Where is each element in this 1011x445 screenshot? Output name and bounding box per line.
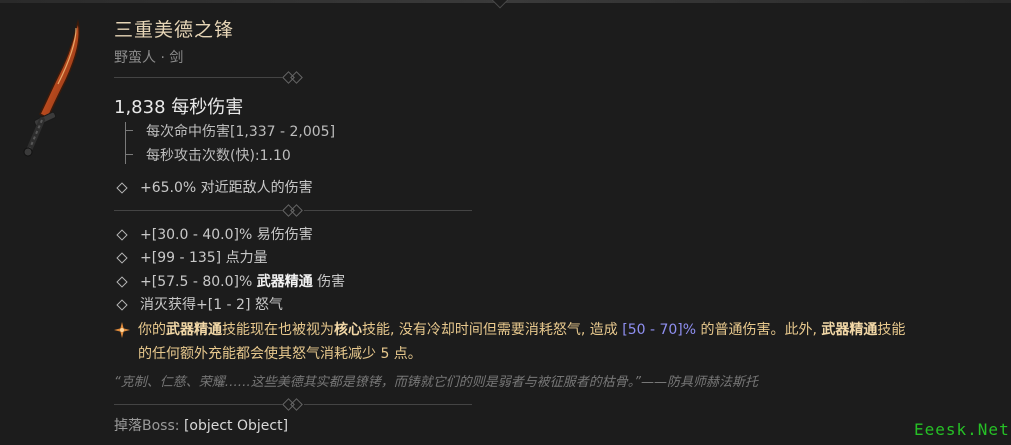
diamond-bullet-icon [116, 251, 128, 264]
implicit-affix: +65.0% 对近距敌人的伤害 [114, 177, 313, 197]
affix-text: 伤害 [312, 274, 346, 290]
affix: +[99 - 135] 点力量 [114, 247, 268, 267]
top-border-ornament [491, 0, 509, 9]
item-type: 野蛮人 · 剑 [114, 50, 184, 66]
drop-boss-label: 掉落Boss: [114, 418, 180, 434]
legendary-aspect-icon [114, 322, 130, 338]
stat-tree-tick [125, 154, 133, 155]
affix: 消灭获得+[1 - 2] 怒气 [114, 294, 283, 314]
affix-text: +[99 - 135] 点力量 [140, 250, 268, 266]
stat-tree-line [125, 122, 126, 164]
stat-tree-tick [125, 130, 133, 131]
implicit-affix-text: +65.0% 对近距敌人的伤害 [140, 180, 313, 196]
sword-icon [23, 19, 80, 157]
divider [114, 71, 304, 84]
attack-speed: 每秒攻击次数(快):1.10 [146, 148, 291, 164]
diamond-bullet-icon [116, 298, 128, 311]
legendary-aspect: 你的武器精通技能现在也被视为核心技能, 没有冷却时间但需要消耗怒气, 造成 [5… [114, 318, 914, 366]
item-name: 三重美德之锋 [114, 19, 235, 41]
affix-text: 消灭获得+[1 - 2] 怒气 [140, 297, 283, 313]
damage-per-hit: 每次命中伤害[1,337 - 2,005] [146, 124, 336, 140]
watermark: Eeesk.Net [914, 420, 1010, 439]
divider [114, 398, 474, 411]
affix-text: +[30.0 - 40.0]% 易伤伤害 [140, 227, 313, 243]
legendary-aspect-text: 你的武器精通技能现在也被视为核心技能, 没有冷却时间但需要消耗怒气, 造成 [5… [138, 322, 906, 362]
flavor-text: “克制、仁慈、荣耀……这些美德其实都是镣铐，而铸就它们的则是弱者与被征服者的枯骨… [114, 375, 758, 390]
affix: +[57.5 - 80.0]% 武器精通 伤害 [114, 271, 345, 291]
affix-text: +[57.5 - 80.0]% [140, 274, 257, 290]
drop-boss-value: [object Object] [183, 418, 289, 434]
diamond-bullet-icon [116, 228, 128, 241]
affix-keyword: 武器精通 [256, 274, 313, 290]
divider [114, 204, 474, 217]
damage-per-second: 1,838 每秒伤害 [114, 97, 244, 118]
affix: +[30.0 - 40.0]% 易伤伤害 [114, 224, 313, 244]
diamond-bullet-icon [116, 181, 128, 194]
drop-boss: 掉落Boss: [object Object] [114, 415, 288, 435]
diamond-bullet-icon [116, 275, 128, 288]
